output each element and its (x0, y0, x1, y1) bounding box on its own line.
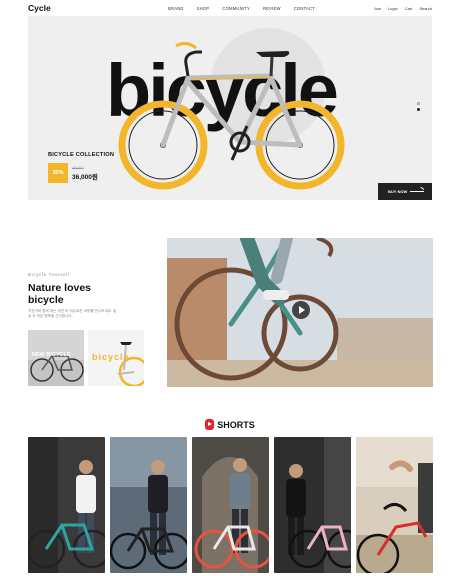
slide-pagination (417, 102, 420, 114)
discount-badge: 30% (48, 163, 68, 183)
site-header: Cycle BRAND SHOP COMMUNITY REVIEW CONTAC… (0, 0, 460, 16)
play-icon[interactable] (292, 301, 310, 319)
short-video-5 (356, 437, 433, 573)
original-price: 48,000 (72, 165, 84, 170)
collection-title: BICYCLE COLLECTION (48, 152, 115, 158)
site-logo[interactable]: Cycle (28, 3, 51, 13)
price-row: 30% 48,000 36,000원 (48, 163, 114, 183)
slide-dot-2[interactable] (417, 108, 420, 111)
cart-link[interactable]: Cart (405, 6, 413, 11)
shorts-icon (205, 419, 215, 431)
buy-now-button[interactable]: BUY NOW (378, 183, 432, 200)
feature-video[interactable] (167, 238, 433, 387)
feature-thumbnail-1[interactable]: NEW BICYCLE (28, 330, 84, 386)
feature-title: Nature loves bicycle (28, 282, 92, 306)
shorts-title: SHORTS (217, 419, 255, 430)
buy-now-label: BUY NOW (388, 189, 408, 194)
feature-thumbnail-2[interactable]: bicycle (88, 330, 144, 386)
search-link[interactable]: Search (419, 6, 432, 11)
nav-item-review[interactable]: REVIEW (263, 6, 281, 11)
main-nav: BRAND SHOP COMMUNITY REVIEW CONTACT (168, 6, 328, 11)
nav-item-contact[interactable]: CONTACT (294, 6, 315, 11)
shorts-heading: SHORTS (0, 416, 460, 434)
short-video-1 (28, 437, 105, 573)
short-card-1[interactable] (28, 437, 105, 573)
short-video-4 (274, 437, 351, 573)
join-link[interactable]: Join (374, 6, 381, 11)
feature-description: 자전거와 함께 하는 자연 속 여유로운 하루를 만나보세요. 일상 속 작은 … (28, 309, 117, 318)
sale-price: 36,000원 (72, 173, 98, 181)
slide-dot-1[interactable] (417, 102, 420, 105)
price-column: 48,000 36,000원 (72, 166, 98, 181)
short-card-4[interactable] (274, 437, 351, 573)
hero-bicycle-image (118, 42, 345, 190)
feature-title-line-1: Nature loves (28, 282, 92, 294)
login-link[interactable]: Login (388, 6, 398, 11)
short-video-3 (192, 437, 269, 573)
feature-title-line-2: bicycle (28, 293, 64, 306)
utility-nav: Join Login Cart Search (367, 6, 432, 11)
arrow-right-icon (410, 191, 424, 192)
hero-product-info: BICYCLE COLLECTION 30% 48,000 36,000원 (48, 152, 114, 183)
nav-item-community[interactable]: COMMUNITY (222, 6, 250, 11)
bicycle-photo-1 (28, 330, 84, 386)
nav-item-brand[interactable]: BRAND (168, 6, 184, 11)
short-card-2[interactable] (110, 437, 187, 573)
short-card-5[interactable] (356, 437, 433, 573)
thumbnail-1-label: NEW BICYCLE (32, 352, 71, 358)
feature-tagline: Bicycle Yourself (28, 272, 71, 277)
short-card-3[interactable] (192, 437, 269, 573)
nav-item-shop[interactable]: SHOP (197, 6, 210, 11)
thumbnail-2-label: bicycle (92, 352, 130, 362)
hero-banner: bicycle BICYCLE COLLECTION 30% 48,000 36… (28, 16, 432, 200)
short-video-2 (110, 437, 187, 573)
